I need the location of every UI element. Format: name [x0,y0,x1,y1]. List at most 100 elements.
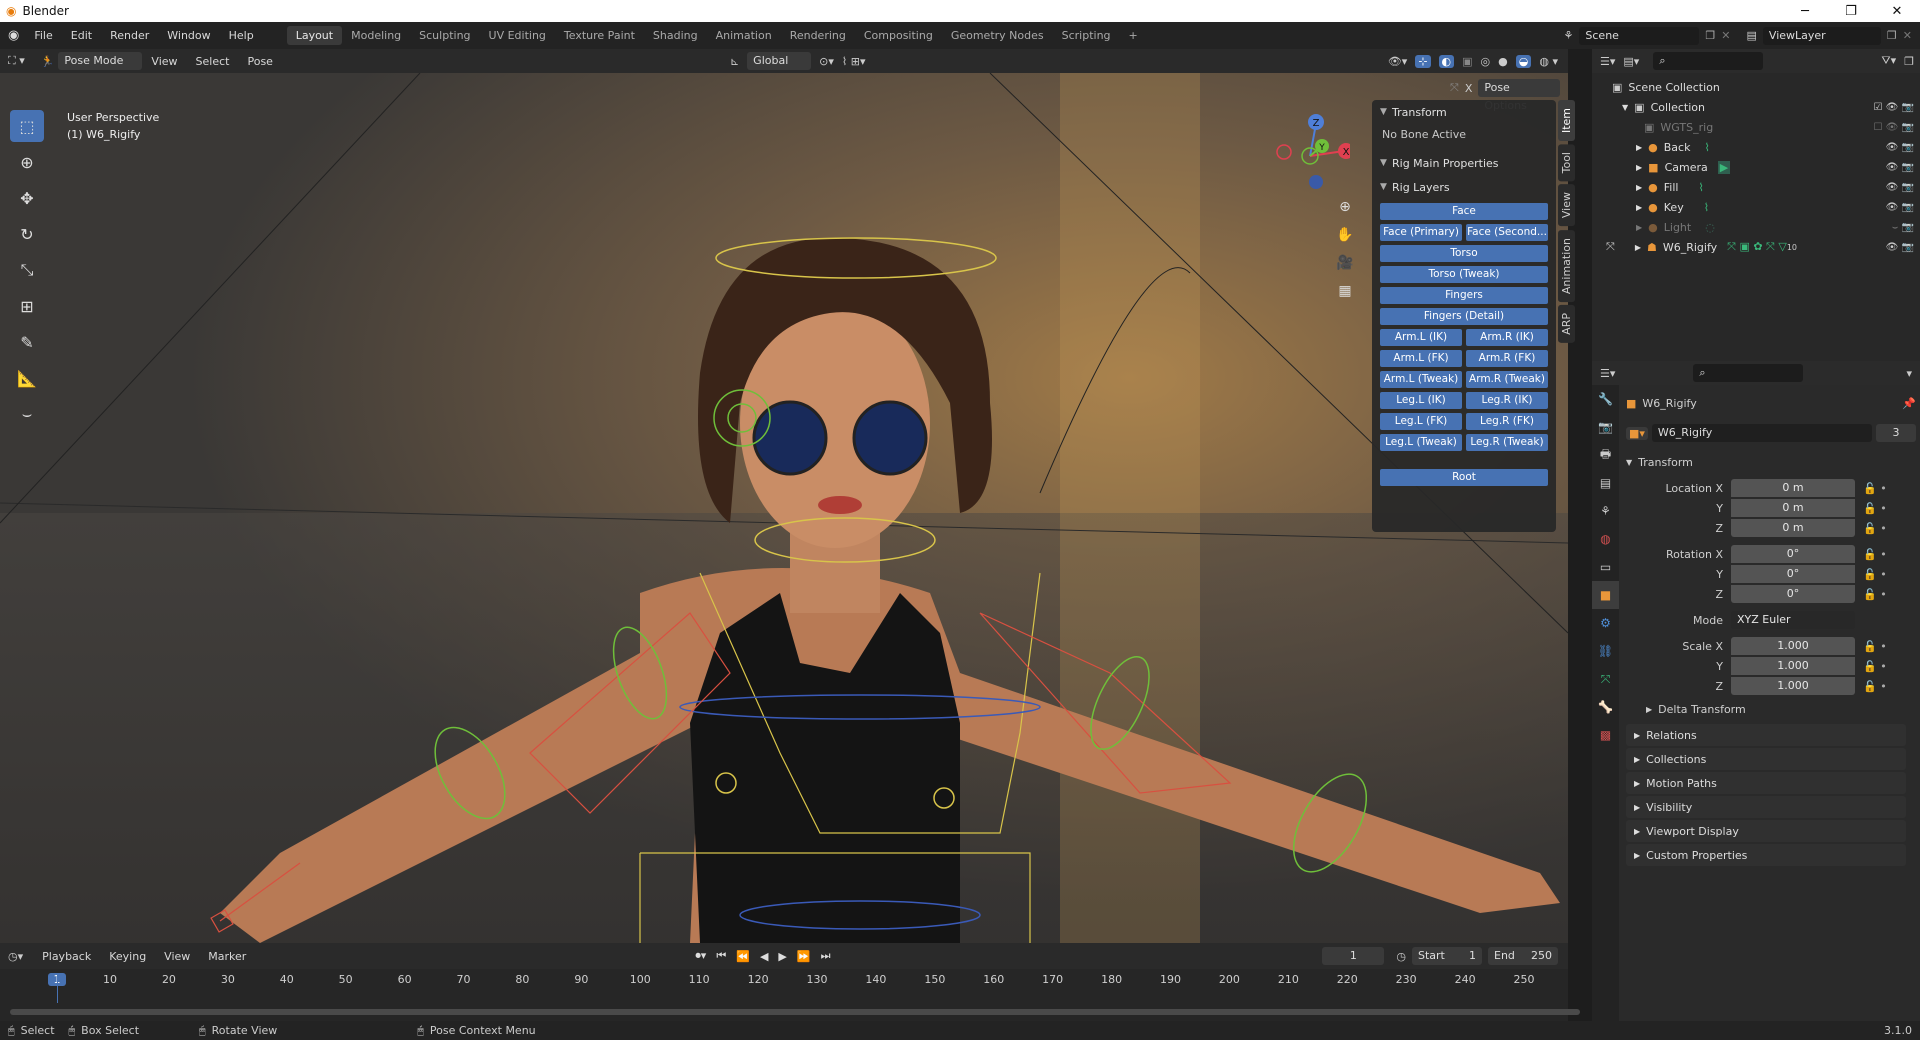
current-frame-field[interactable]: 1 [1322,947,1385,965]
delete-viewlayer-icon[interactable]: ✕ [1903,29,1912,42]
rotation-y-field[interactable]: 0° [1731,565,1855,583]
properties-editor-type-icon[interactable]: ☰▾ [1600,367,1615,380]
lock-icon[interactable]: 🔓 • [1863,522,1887,535]
viewport-menu-select[interactable]: Select [187,55,239,68]
viewlayer-icon[interactable]: ▤ [1747,29,1757,42]
rig-layer-arm-r-fk-button[interactable]: Arm.R (FK) [1466,350,1548,367]
xray-icon[interactable]: ▣ [1462,55,1472,68]
outliner-search-input[interactable]: ⌕ [1653,52,1764,70]
lock-icon[interactable]: 🔓 • [1863,548,1887,561]
rig-layer-arm-r-ik-button[interactable]: Arm.R (IK) [1466,329,1548,346]
tab-rendering[interactable]: Rendering [781,26,855,45]
jump-keyframe-forward-icon[interactable]: ⏩ [797,950,811,963]
object-browse-icon[interactable]: ■▾ [1626,426,1648,440]
shading-solid-icon[interactable]: ● [1498,55,1508,68]
lock-icon[interactable]: 🔓 • [1863,660,1887,673]
annotate-tool-icon[interactable]: ✎ [10,326,44,358]
lock-icon[interactable]: 🔓 • [1863,588,1887,601]
rig-layer-arm-l-ik-button[interactable]: Arm.L (IK) [1380,329,1462,346]
select-box-tool-icon[interactable]: ⬚ [10,110,44,142]
rig-layer-leg-r-ik-button[interactable]: Leg.R (IK) [1466,392,1548,409]
timeline-menu-playback[interactable]: Playback [33,950,100,963]
transform-section-header[interactable]: ▼ Transform [1626,450,1916,474]
orientation-selector[interactable]: Global [747,52,812,70]
transform-panel-header[interactable]: ▼ Transform [1372,100,1556,124]
sidebar-tab-arp[interactable]: ARP [1558,304,1575,343]
rig-layer-leg-l-fk-button[interactable]: Leg.L (FK) [1380,413,1462,430]
rig-layer-fingers-detail-button[interactable]: Fingers (Detail) [1380,308,1548,325]
outliner-row-fill[interactable]: ▶ ● Fill ⌇ 👁 📷 [1592,177,1920,197]
row-visibility[interactable]: 👁 📷 [1886,142,1914,153]
row-visibility[interactable]: ☐ 👁 📷 [1874,122,1914,133]
outliner-row-key[interactable]: ▶ ● Key ⌇ 👁 📷 [1592,197,1920,217]
perspective-grid-icon[interactable]: ▦ [1333,277,1357,305]
rig-layer-arm-l-tweak-button[interactable]: Arm.L (Tweak) [1380,371,1462,388]
new-scene-icon[interactable]: ❐ [1705,29,1715,42]
new-viewlayer-icon[interactable]: ❐ [1887,29,1897,42]
row-visibility[interactable]: 👁 📷 [1886,162,1914,173]
rig-layer-leg-l-ik-button[interactable]: Leg.L (IK) [1380,392,1462,409]
close-window-button[interactable]: ✕ [1874,4,1920,19]
auto-key-icon[interactable]: ⤧ [1450,81,1459,95]
tab-uv-editing[interactable]: UV Editing [480,26,555,45]
outliner-editor-type-icon[interactable]: ☰▾ [1600,55,1615,68]
location-y-field[interactable]: 0 m [1731,499,1855,517]
users-count[interactable]: 3 [1876,424,1916,442]
sidebar-tab-view[interactable]: View [1558,184,1575,227]
play-icon[interactable]: ▶ [778,950,786,963]
location-x-field[interactable]: 0 m [1731,479,1855,497]
outliner-row-camera[interactable]: ▶ ■ Camera ▶ 👁 📷 [1592,157,1920,177]
texture-tab-icon[interactable]: ▩ [1592,721,1619,749]
object-tab-icon[interactable]: ■ [1592,581,1619,609]
move-tool-icon[interactable]: ✥ [10,182,44,214]
motion-paths-panel[interactable]: ▶ Motion Paths [1626,772,1906,794]
add-workspace-button[interactable]: + [1120,26,1147,45]
scene-icon[interactable]: ⚘ [1564,29,1574,42]
editor-type-icon[interactable]: ⛶ ▾ [8,54,25,68]
use-preview-range-icon[interactable]: ◷ [1396,950,1406,963]
scale-x-field[interactable]: 1.000 [1731,637,1855,655]
bone-tab-icon[interactable]: 🦴 [1592,693,1619,721]
jump-keyframe-back-icon[interactable]: ⏪ [736,950,750,963]
shading-rendered-icon[interactable]: ◍ ▾ [1539,55,1558,68]
sidebar-tab-item[interactable]: Item [1558,100,1575,142]
rig-main-properties-header[interactable]: ▼ Rig Main Properties [1372,151,1556,175]
gizmo-toggle-icon[interactable]: ⊹ [1415,54,1431,68]
viewport-menu-pose[interactable]: Pose [238,55,281,68]
scale-y-field[interactable]: 1.000 [1731,657,1855,675]
constraints-tab-icon[interactable]: ⛓ [1592,637,1619,665]
lock-icon[interactable]: 🔓 • [1863,680,1887,693]
navigation-gizmo[interactable]: Z X Y [1270,108,1350,194]
filter-icon[interactable]: ⛛▾ [1881,54,1896,68]
start-frame-field[interactable]: Start 1 [1412,947,1482,965]
outliner-row-light[interactable]: ▶ ● Light ◌ ⌣ 📷 [1592,217,1920,237]
collection-tab-icon[interactable]: ▭ [1592,553,1619,581]
snap-icon[interactable]: ⌇ ⊞▾ [842,55,866,68]
object-data-tab-icon[interactable]: ⤧ [1592,665,1619,693]
menu-help[interactable]: Help [220,29,263,42]
row-visibility[interactable]: 👁 📷 [1886,202,1914,213]
shading-wireframe-icon[interactable]: ◎ [1481,55,1491,68]
rig-layer-arm-r-tweak-button[interactable]: Arm.R (Tweak) [1466,371,1548,388]
lock-icon[interactable]: 🔓 • [1863,502,1887,515]
timeline-menu-view[interactable]: View [155,950,199,963]
rig-layer-fingers-button[interactable]: Fingers [1380,287,1548,304]
xmirror-icon[interactable]: X [1465,82,1473,95]
visibility-panel[interactable]: ▶ Visibility [1626,796,1906,818]
rotation-z-field[interactable]: 0° [1731,585,1855,603]
rig-layer-face-secondary-button[interactable]: Face (Second... [1466,224,1548,241]
sidebar-tab-tool[interactable]: Tool [1558,144,1575,182]
menu-edit[interactable]: Edit [62,29,101,42]
outliner-row-collection[interactable]: ▼ ▣ Collection ☑ 👁 📷 [1592,97,1920,117]
pan-hand-icon[interactable]: ✋ [1333,221,1357,249]
custom-properties-panel[interactable]: ▶ Custom Properties [1626,844,1906,866]
visibility-icon[interactable]: 👁▾ [1388,55,1408,68]
output-tab-icon[interactable]: 🖶 [1592,441,1619,469]
rig-layer-arm-l-fk-button[interactable]: Arm.L (FK) [1380,350,1462,367]
rotation-x-field[interactable]: 0° [1731,545,1855,563]
scale-z-field[interactable]: 1.000 [1731,677,1855,695]
tab-geometry-nodes[interactable]: Geometry Nodes [942,26,1053,45]
scale-tool-icon[interactable]: ⤡ [10,254,44,286]
overlay-toggle-icon[interactable]: ◐ [1438,54,1455,68]
row-visibility[interactable]: 👁 📷 [1886,242,1914,253]
